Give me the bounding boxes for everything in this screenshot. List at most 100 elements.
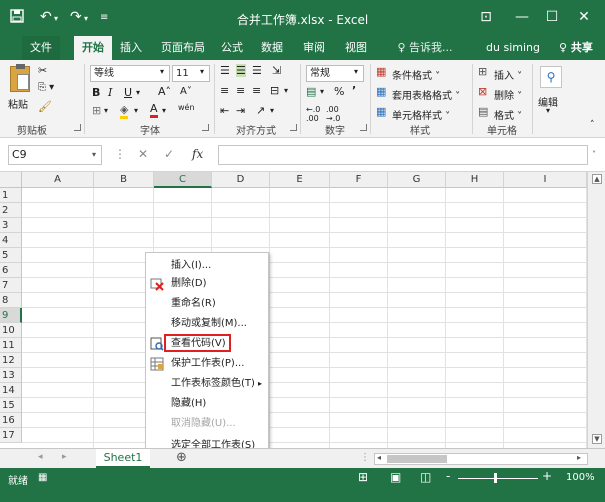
minimize-icon[interactable]: — [510, 7, 534, 27]
prev-sheet-icon[interactable]: ◂ [38, 452, 43, 462]
format-cells-icon[interactable]: ▤ [478, 105, 488, 118]
row-header-6[interactable]: 6 [0, 263, 22, 278]
column-header-i[interactable]: I [504, 172, 587, 188]
name-box[interactable]: C9 [8, 145, 102, 165]
format-painter-icon[interactable]: 🖌 [38, 100, 52, 113]
user-name[interactable]: du siming [478, 36, 548, 60]
decrease-indent-icon[interactable]: ⇤ [220, 104, 229, 117]
format-as-table-icon[interactable]: ▦ [376, 85, 386, 98]
tab-review[interactable]: 审阅 [298, 36, 330, 60]
font-name-select[interactable]: 等线 [90, 65, 170, 82]
conditional-format-icon[interactable]: ▦ [376, 65, 386, 78]
row-header-2[interactable]: 2 [0, 203, 22, 218]
tab-split-handle[interactable]: ⋮ [360, 452, 370, 463]
column-header-e[interactable]: E [270, 172, 330, 188]
number-launcher-icon[interactable] [360, 124, 367, 131]
increase-indent-icon[interactable]: ⇥ [236, 104, 245, 117]
align-right-icon[interactable]: ≡ [252, 84, 261, 97]
format-as-table-button[interactable]: 套用表格格式 ˅ [392, 87, 460, 102]
horizontal-scrollbar[interactable]: ◂ ▸ [374, 453, 588, 465]
formula-bar-options-icon[interactable]: ⋮ [114, 147, 126, 161]
tab-page-layout[interactable]: 页面布局 [156, 36, 210, 60]
row-header-4[interactable]: 4 [0, 233, 22, 248]
conditional-format-button[interactable]: 条件格式 ˅ [392, 67, 440, 82]
zoom-level[interactable]: 100% [566, 472, 595, 483]
orientation-icon[interactable]: ↗ [256, 104, 265, 117]
borders-dropdown-icon[interactable]: ▾ [104, 106, 108, 115]
italic-button[interactable]: I [108, 86, 112, 99]
scroll-down-icon[interactable]: ▼ [592, 434, 602, 444]
comma-style-button[interactable]: ’ [352, 84, 356, 97]
tab-data[interactable]: 数据 [256, 36, 288, 60]
phonetic-button[interactable]: wén [178, 103, 195, 112]
underline-button[interactable]: U [124, 86, 132, 99]
context-menu-item-hide[interactable]: 隐藏(H) [146, 395, 268, 413]
select-all-corner[interactable] [0, 172, 22, 188]
formula-input[interactable] [218, 145, 588, 165]
row-header-3[interactable]: 3 [0, 218, 22, 233]
tab-view[interactable]: 视图 [340, 36, 372, 60]
merge-dropdown-icon[interactable]: ▾ [284, 86, 288, 95]
enter-entry-icon[interactable]: ✓ [164, 147, 174, 161]
format-cells-button[interactable]: 格式 ˅ [494, 107, 522, 122]
next-sheet-icon[interactable]: ▸ [62, 452, 67, 462]
align-bottom-icon[interactable]: ☰ [252, 64, 262, 77]
worksheet-grid[interactable]: ▲ ▼ A B C D E F G H I 1 2 3 4 5 6 7 8 9 10 11 12 13 14 15 16 17 [0, 172, 605, 448]
tab-home[interactable]: 开始 [74, 36, 112, 60]
row-header-7[interactable]: 7 [0, 278, 22, 293]
insert-cells-button[interactable]: 插入 ˅ [494, 67, 522, 82]
row-header-11[interactable]: 11 [0, 338, 22, 353]
row-header-13[interactable]: 13 [0, 368, 22, 383]
page-break-view-icon[interactable]: ◫ [420, 470, 431, 484]
zoom-slider[interactable] [458, 478, 538, 479]
zoom-slider-thumb[interactable] [494, 473, 497, 483]
column-header-f[interactable]: F [330, 172, 388, 188]
alignment-launcher-icon[interactable] [290, 124, 297, 131]
scroll-right-icon[interactable]: ▸ [577, 453, 581, 462]
wrap-text-icon[interactable]: ⇲ [272, 64, 281, 77]
column-header-a[interactable]: A [22, 172, 94, 188]
fill-color-dropdown-icon[interactable]: ▾ [134, 106, 138, 115]
row-header-12[interactable]: 12 [0, 353, 22, 368]
row-header-14[interactable]: 14 [0, 383, 22, 398]
font-size-dropdown-icon[interactable]: ▾ [200, 67, 204, 76]
row-header-9[interactable]: 9 [0, 308, 22, 323]
copy-icon[interactable]: ⎘ ▾ [38, 82, 54, 93]
context-menu-item-unhide[interactable]: 取消隐藏(U)... [146, 415, 268, 433]
scroll-left-icon[interactable]: ◂ [377, 453, 381, 462]
increase-decimal-button[interactable]: ←.0.00 [306, 105, 320, 123]
sheet-tab-sheet1[interactable]: Sheet1 [96, 449, 150, 468]
insert-function-icon[interactable]: fx [192, 147, 203, 161]
page-layout-view-icon[interactable]: ▣ [390, 470, 401, 484]
row-header-5[interactable]: 5 [0, 248, 22, 263]
context-menu-item-rename[interactable]: 重命名(R) [146, 295, 268, 313]
add-sheet-icon[interactable]: ⊕ [176, 450, 187, 465]
insert-cells-icon[interactable]: ⊞ [478, 65, 487, 78]
search-icon[interactable]: ⚲ [540, 66, 562, 88]
vertical-scrollbar[interactable]: ▲ ▼ [587, 172, 605, 448]
share-button[interactable]: ♀ 共享 [550, 36, 602, 60]
delete-cells-button[interactable]: 删除 ˅ [494, 87, 522, 102]
column-header-d[interactable]: D [212, 172, 270, 188]
name-box-dropdown-icon[interactable]: ▾ [92, 150, 96, 159]
ribbon-display-icon[interactable]: ⊡ [474, 7, 498, 27]
editing-dropdown-icon[interactable]: ▾ [546, 106, 550, 115]
zoom-out-button[interactable]: - [446, 469, 450, 483]
cell-styles-button[interactable]: 单元格样式 ˅ [392, 107, 450, 122]
collapse-ribbon-icon[interactable]: ˄ [590, 120, 595, 130]
currency-icon[interactable]: ▤ [306, 85, 316, 98]
align-top-icon[interactable]: ☰ [220, 64, 230, 77]
row-header-1[interactable]: 1 [0, 188, 22, 203]
tab-insert[interactable]: 插入 [114, 36, 148, 60]
font-color-dropdown-icon[interactable]: ▾ [162, 106, 166, 115]
font-name-dropdown-icon[interactable]: ▾ [160, 67, 164, 76]
delete-cells-icon[interactable]: ⊠ [478, 85, 487, 98]
align-left-icon[interactable]: ≡ [220, 84, 229, 97]
align-middle-icon[interactable]: ☰ [236, 64, 246, 77]
number-format-dropdown-icon[interactable]: ▾ [354, 67, 358, 76]
column-header-h[interactable]: H [446, 172, 504, 188]
expand-formula-bar-icon[interactable]: ˅ [592, 150, 596, 159]
tab-file[interactable]: 文件 [22, 36, 60, 60]
horizontal-scroll-thumb[interactable] [387, 455, 447, 463]
row-header-10[interactable]: 10 [0, 323, 22, 338]
